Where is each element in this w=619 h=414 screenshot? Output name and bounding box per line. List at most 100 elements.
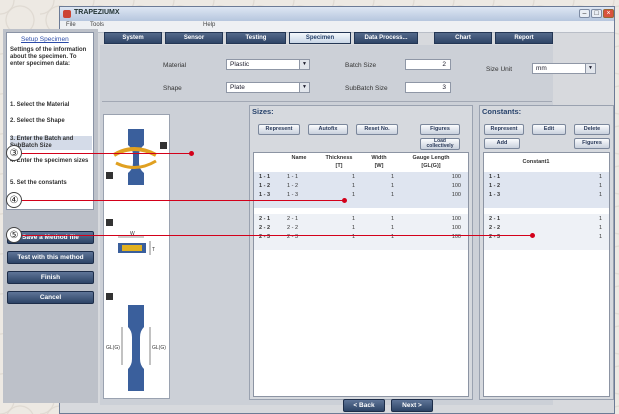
constants-table: Constant1 1 - 1 1 1 - 2 1 1 - 3 1 2 - 1 1 2 - 2 1… <box>483 152 610 397</box>
menu-help[interactable]: Help <box>203 22 215 28</box>
cell-constant1[interactable]: 1 <box>516 192 602 198</box>
tab-system[interactable]: System <box>104 32 162 44</box>
close-button[interactable]: × <box>603 9 614 18</box>
cell-constant1[interactable]: 1 <box>516 225 602 231</box>
test-with-method-button[interactable]: Test with this method <box>7 251 94 264</box>
callout-5: ⑤ <box>6 227 22 243</box>
step-5[interactable]: 5. Set the constants <box>10 180 92 187</box>
tab-report[interactable]: Report <box>495 32 553 44</box>
cell-gauge-length[interactable]: 100 <box>399 192 461 198</box>
shape-select[interactable]: Plate ▼ <box>226 82 310 93</box>
section-divider <box>102 101 552 102</box>
cell-constant1[interactable]: 1 <box>516 216 602 222</box>
batch-size-input[interactable]: 2 <box>405 59 451 70</box>
minimize-button[interactable]: – <box>579 9 590 18</box>
setup-specimen-link[interactable]: Setup Specimen <box>21 36 69 43</box>
col-header-name: Name <box>291 155 307 161</box>
cell-width[interactable]: 1 <box>362 225 394 231</box>
back-button[interactable]: < Back <box>343 399 385 412</box>
tab-sensor[interactable]: Sensor <box>165 32 223 44</box>
constants-represent-button[interactable]: Represent <box>484 124 524 135</box>
cell-name[interactable]: 1 - 2 <box>287 183 313 189</box>
batch-size-label: Batch Size <box>345 62 377 69</box>
callout-4-line <box>22 200 344 201</box>
window-title: TRAPEZIUMX <box>74 9 120 16</box>
row-id: 1 - 3 <box>259 192 271 198</box>
figure-label-t: T <box>152 247 155 253</box>
cell-width[interactable]: 1 <box>362 216 394 222</box>
callout-4: ④ <box>6 192 22 208</box>
callout-3: ③ <box>6 145 22 161</box>
step-2[interactable]: 2. Select the Shape <box>10 118 92 125</box>
cancel-button[interactable]: Cancel <box>7 291 94 304</box>
cell-gauge-length[interactable]: 100 <box>399 183 461 189</box>
cell-gauge-length[interactable]: 100 <box>399 216 461 222</box>
sizes-panel: Sizes: Represent Autofix Reset No. Figur… <box>249 105 473 400</box>
constants-add-button[interactable]: Add <box>484 138 520 149</box>
guide-description: Settings of the information about the sp… <box>10 47 87 67</box>
chevron-down-icon: ▼ <box>299 83 309 92</box>
size-unit-value: mm <box>536 65 547 72</box>
col-header-constant1: Constant1 <box>522 159 550 165</box>
chevron-down-icon: ▼ <box>585 64 595 73</box>
sizes-figures-button[interactable]: Figures <box>420 124 460 135</box>
cell-name[interactable]: 2 - 2 <box>287 225 313 231</box>
dogbone-specimen-figure: GL(G) GL(G) <box>106 305 166 391</box>
cell-thickness[interactable]: 1 <box>319 216 355 222</box>
menu-tools[interactable]: Tools <box>90 22 104 28</box>
tab-testing[interactable]: Testing <box>226 32 286 44</box>
shape-value: Plate <box>230 84 245 91</box>
cell-gauge-length[interactable]: 100 <box>399 225 461 231</box>
col-header-width-unit: [W] <box>374 163 384 169</box>
next-button[interactable]: Next > <box>391 399 433 412</box>
finish-button[interactable]: Finish <box>7 271 94 284</box>
tab-data-process[interactable]: Data Process... <box>354 32 418 44</box>
col-header-thickness: Thickness <box>325 155 353 161</box>
menu-file[interactable]: File <box>66 22 76 28</box>
tab-chart[interactable]: Chart <box>434 32 492 44</box>
cell-thickness[interactable]: 1 <box>319 174 355 180</box>
cell-thickness[interactable]: 1 <box>319 225 355 231</box>
sizes-represent-button[interactable]: Represent <box>258 124 300 135</box>
app-logo-icon <box>63 10 71 18</box>
constants-figures-button[interactable]: Figures <box>574 138 610 149</box>
chevron-down-icon: ▼ <box>299 60 309 69</box>
row-id: 2 - 2 <box>259 225 271 231</box>
cell-name[interactable]: 2 - 1 <box>287 216 313 222</box>
constant-row-id: 2 - 1 <box>489 216 501 222</box>
sizes-autofix-button[interactable]: Autofix <box>308 124 348 135</box>
load-collectively-button[interactable]: Load collectively <box>420 138 460 150</box>
sizes-reset-no-button[interactable]: Reset No. <box>356 124 398 135</box>
col-header-thickness-unit: [T] <box>335 163 343 169</box>
figure-marker-icon <box>106 219 113 226</box>
cell-name[interactable]: 1 - 3 <box>287 192 313 198</box>
constant-row-id: 1 - 2 <box>489 183 501 189</box>
col-header-gauge: Gauge Length <box>412 155 450 161</box>
cell-width[interactable]: 1 <box>362 183 394 189</box>
sizes-title: Sizes: <box>252 107 274 116</box>
cell-thickness[interactable]: 1 <box>319 183 355 189</box>
material-select[interactable]: Plastic ▼ <box>226 59 310 70</box>
maximize-button[interactable]: □ <box>591 9 602 18</box>
cell-width[interactable]: 1 <box>362 192 394 198</box>
constants-title: Constants: <box>482 107 522 116</box>
cell-constant1[interactable]: 1 <box>516 174 602 180</box>
step-guide: Setup Specimen Settings of the informati… <box>6 32 94 210</box>
cell-constant1[interactable]: 1 <box>516 183 602 189</box>
subbatch-size-input[interactable]: 3 <box>405 82 451 93</box>
cell-width[interactable]: 1 <box>362 174 394 180</box>
cell-gauge-length[interactable]: 100 <box>399 174 461 180</box>
constants-edit-button[interactable]: Edit <box>532 124 566 135</box>
tab-bar: System Sensor Testing Specimen Data Proc… <box>104 32 554 44</box>
material-value: Plastic <box>230 61 250 68</box>
step-1[interactable]: 1. Select the Material <box>10 102 92 109</box>
sizes-table: Name Thickness [T] Width [W] Gauge Lengt… <box>253 152 469 397</box>
constants-delete-button[interactable]: Delete <box>574 124 610 135</box>
size-unit-select[interactable]: mm ▼ <box>532 63 596 74</box>
tab-specimen[interactable]: Specimen <box>289 32 351 44</box>
step-3[interactable]: 3. Enter the Batch and SubBatch Size <box>10 136 92 150</box>
cell-thickness[interactable]: 1 <box>319 192 355 198</box>
callout-3-line <box>22 153 192 154</box>
cell-name[interactable]: 1 - 1 <box>287 174 313 180</box>
step-4[interactable]: 4. Enter the specimen sizes <box>10 158 92 165</box>
